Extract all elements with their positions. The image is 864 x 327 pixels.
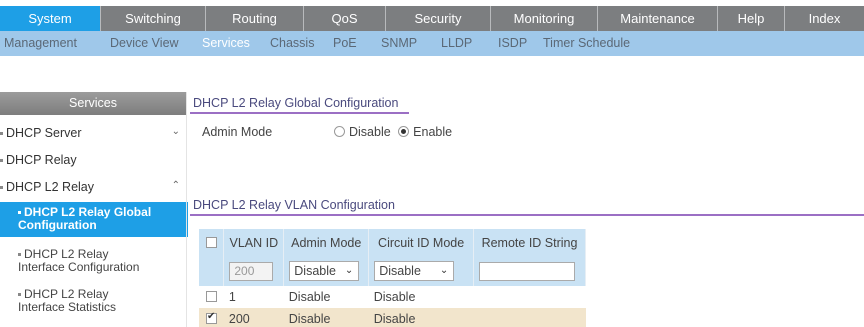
- row-admin-mode: Disable: [283, 308, 369, 327]
- subitem-line2: Interface Configuration: [18, 260, 140, 274]
- bullet-icon: [18, 211, 21, 215]
- bullet-icon: [0, 159, 3, 163]
- row-circuit-id-mode: Disable: [368, 308, 474, 327]
- entry-remote-id-cell: [473, 256, 586, 286]
- subnav-services[interactable]: Services: [202, 31, 250, 56]
- row-remote-id: [473, 308, 586, 327]
- row-checkbox-checked[interactable]: [205, 311, 217, 324]
- sidebar-subitem-global-configuration[interactable]: DHCP L2 Relay Global Configuration: [0, 202, 188, 237]
- tab-help[interactable]: Help: [717, 6, 784, 31]
- select-all-cell: [199, 229, 225, 256]
- sidebar-subitem-interface-configuration[interactable]: DHCP L2 Relay Interface Configuration: [0, 248, 186, 278]
- sidebar-item-dhcp-relay[interactable]: DHCP Relay: [0, 153, 186, 167]
- subitem-line2: Interface Statistics: [18, 300, 117, 314]
- subnav-device-view[interactable]: Device View: [110, 31, 179, 56]
- remote-id-input[interactable]: [479, 261, 576, 281]
- sub-nav: Management Device View Services Chassis …: [0, 31, 864, 56]
- sidebar-header: Services: [0, 92, 186, 115]
- vlan-config-underline: [190, 214, 864, 216]
- col-admin-mode: Admin Mode: [283, 229, 370, 256]
- chevron-down-icon: ⌄: [344, 265, 354, 276]
- col-vlan-id: VLAN ID: [223, 229, 285, 256]
- enable-radio-option[interactable]: Enable: [398, 125, 452, 139]
- entry-blank-cell: [199, 256, 225, 286]
- entry-vlan-cell: 200: [223, 256, 285, 286]
- radio-checked-icon[interactable]: [398, 126, 410, 137]
- tab-qos[interactable]: QoS: [303, 6, 385, 31]
- disable-radio-label: Disable: [349, 125, 391, 139]
- table-row-selected[interactable]: 200 Disable Disable: [199, 308, 586, 327]
- vlan-id-input[interactable]: 200: [229, 261, 274, 281]
- enable-radio-label: Enable: [413, 125, 453, 139]
- subnav-snmp[interactable]: SNMP: [381, 31, 417, 56]
- row-circuit-id-mode: Disable: [373, 290, 416, 304]
- admin-mode-label: Admin Mode: [202, 125, 273, 139]
- tab-monitoring[interactable]: Monitoring: [490, 6, 597, 31]
- admin-mode-select[interactable]: Disable ⌄: [289, 261, 360, 281]
- col-circuit-id-mode: Circuit ID Mode: [368, 229, 475, 256]
- disable-radio-option[interactable]: Disable: [334, 125, 391, 139]
- row-checkbox-cell: [199, 286, 224, 308]
- chevron-down-icon: ⌄: [439, 265, 449, 276]
- subnav-chassis[interactable]: Chassis: [270, 31, 314, 56]
- subnav-lldp[interactable]: LLDP: [441, 31, 472, 56]
- subitem-line1: DHCP L2 Relay Global: [24, 205, 152, 219]
- row-checkbox[interactable]: [205, 291, 217, 302]
- row-vlan-id: 1: [228, 290, 236, 304]
- tab-switching[interactable]: Switching: [100, 6, 205, 31]
- circuit-id-select-value: Disable: [379, 264, 421, 278]
- table-header-row: VLAN ID Admin Mode Circuit ID Mode Remot…: [199, 229, 586, 256]
- subnav-isdp[interactable]: ISDP: [498, 31, 527, 56]
- row-remote-id: [474, 286, 586, 308]
- entry-admin-mode-cell: Disable ⌄: [283, 256, 370, 286]
- sidebar-item-dhcp-server[interactable]: DHCP Server ⌄: [0, 126, 186, 140]
- radio-icon[interactable]: [334, 126, 345, 137]
- sidebar-item-label: DHCP Server: [6, 126, 82, 140]
- bullet-icon: [18, 293, 21, 297]
- sidebar-subitem-interface-statistics[interactable]: DHCP L2 Relay Interface Statistics: [0, 288, 186, 318]
- vlan-table: VLAN ID Admin Mode Circuit ID Mode Remot…: [199, 229, 586, 327]
- subnav-timer-schedule[interactable]: Timer Schedule: [543, 31, 630, 56]
- table-entry-row: 200 Disable ⌄ Disable ⌄: [199, 256, 586, 286]
- subitem-line2: Configuration: [18, 218, 97, 232]
- sidebar: Services DHCP Server ⌄ DHCP Relay DHCP L…: [0, 92, 188, 327]
- vlan-config-title: DHCP L2 Relay VLAN Configuration: [193, 198, 395, 212]
- global-config-underline: [190, 112, 409, 114]
- chevron-up-icon[interactable]: ⌃: [172, 180, 180, 191]
- tab-system[interactable]: System: [0, 6, 100, 31]
- sidebar-item-label: DHCP Relay: [6, 153, 77, 167]
- row-admin-mode: Disable: [288, 290, 331, 304]
- chevron-down-icon[interactable]: ⌄: [172, 126, 180, 137]
- admin-mode-radio-group: Disable Enable: [334, 125, 452, 139]
- tab-maintenance[interactable]: Maintenance: [597, 6, 717, 31]
- tab-security[interactable]: Security: [385, 6, 490, 31]
- subitem-line1: DHCP L2 Relay: [24, 287, 109, 301]
- subnav-management[interactable]: Management: [4, 31, 77, 56]
- bullet-icon: [18, 253, 21, 257]
- col-remote-id-string: Remote ID String: [473, 229, 586, 256]
- circuit-id-mode-select[interactable]: Disable ⌄: [374, 261, 455, 281]
- table-row[interactable]: 1 Disable Disable: [199, 286, 586, 308]
- tab-index[interactable]: Index: [784, 6, 864, 31]
- global-config-title: DHCP L2 Relay Global Configuration: [193, 96, 399, 110]
- sidebar-item-label: DHCP L2 Relay: [6, 180, 95, 194]
- bullet-icon: [0, 186, 3, 190]
- subitem-line1: DHCP L2 Relay: [24, 247, 109, 261]
- entry-circuit-id-cell: Disable ⌄: [368, 256, 475, 286]
- bullet-icon: [0, 132, 3, 136]
- row-vlan-id: 200: [223, 308, 284, 327]
- subnav-poe[interactable]: PoE: [333, 31, 357, 56]
- select-all-checkbox[interactable]: [205, 236, 217, 248]
- tab-routing[interactable]: Routing: [205, 6, 303, 31]
- admin-mode-select-value: Disable: [294, 264, 336, 278]
- sidebar-item-dhcp-l2-relay[interactable]: DHCP L2 Relay ⌃: [0, 180, 186, 194]
- sidebar-divider: [186, 92, 187, 327]
- row-checkbox-cell: [199, 308, 224, 327]
